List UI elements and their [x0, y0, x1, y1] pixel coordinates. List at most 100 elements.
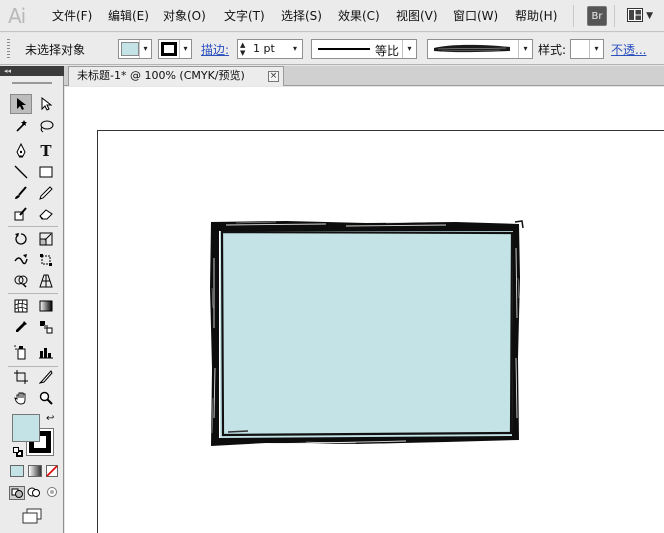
blob-brush-icon	[14, 207, 27, 221]
draw-normal-icon	[11, 488, 23, 498]
brush-definition-dropdown[interactable]: ▾	[427, 39, 533, 59]
line-segment-tool[interactable]	[10, 162, 32, 182]
gradient-mode-button[interactable]	[28, 465, 42, 477]
rotate-tool[interactable]	[10, 229, 32, 249]
toolbox: T ↩	[0, 76, 64, 533]
gradient-tool[interactable]	[35, 296, 57, 316]
fill-color-swatch[interactable]	[12, 414, 40, 442]
selection-arrow-icon	[17, 98, 26, 110]
toolbox-divider	[8, 226, 58, 227]
perspective-grid-icon	[39, 274, 53, 288]
rectangle-tool[interactable]	[35, 162, 57, 182]
color-mode-button[interactable]	[10, 465, 24, 477]
none-mode-button[interactable]	[46, 465, 58, 477]
gradient-icon	[39, 300, 53, 312]
document-tab[interactable]: 未标题-1* @ 100% (CMYK/预览) ×	[68, 66, 284, 86]
zoom-magnifier-icon	[39, 391, 53, 405]
free-transform-tool[interactable]	[35, 250, 57, 270]
shape-builder-tool[interactable]	[10, 271, 32, 291]
chevron-down-icon: ▾	[589, 40, 603, 58]
menu-help[interactable]: 帮助(H)	[515, 0, 557, 32]
draw-inside-button[interactable]	[45, 486, 61, 500]
direct-selection-arrow-icon	[41, 97, 52, 111]
menu-window[interactable]: 窗口(W)	[453, 0, 498, 32]
hand-icon	[14, 392, 26, 405]
symbol-sprayer-icon	[14, 345, 26, 360]
width-profile-dropdown[interactable]: 等比 ▾	[311, 39, 417, 59]
chevron-down-icon: ▾	[179, 40, 191, 58]
default-fill-stroke-icon[interactable]	[13, 447, 23, 457]
scale-icon	[39, 232, 53, 246]
width-profile-label: 等比	[375, 44, 400, 58]
opacity-link[interactable]: 不透...	[611, 41, 646, 58]
menu-effect[interactable]: 效果(C)	[338, 0, 380, 32]
symbol-sprayer-tool[interactable]	[10, 342, 32, 362]
pencil-icon	[39, 186, 53, 200]
menu-file[interactable]: 文件(F)	[52, 0, 92, 32]
eyedropper-tool[interactable]	[10, 317, 32, 337]
zoom-tool[interactable]	[35, 388, 57, 408]
toolbox-grip[interactable]	[12, 82, 52, 84]
stroke-weight-field[interactable]: ▲ ▼ 1 pt ▾	[237, 39, 303, 59]
swap-fill-stroke-icon[interactable]: ↩	[46, 413, 54, 424]
paintbrush-tool[interactable]	[10, 183, 32, 203]
screen-mode-button[interactable]	[22, 508, 44, 524]
collapse-icon[interactable]: ◂◂	[4, 67, 11, 75]
eraser-icon	[39, 209, 53, 220]
lasso-icon	[40, 120, 54, 133]
type-tool[interactable]: T	[35, 141, 57, 161]
chevron-down-icon: ▾	[402, 40, 416, 58]
app-logo: Ai	[8, 4, 26, 28]
draw-behind-button[interactable]	[27, 486, 43, 500]
perspective-grid-tool[interactable]	[35, 271, 57, 291]
menu-type[interactable]: 文字(T)	[224, 0, 265, 32]
mesh-tool[interactable]	[10, 296, 32, 316]
artboard-edge-left	[97, 130, 98, 533]
stepper-icon[interactable]: ▲ ▼	[240, 41, 245, 57]
lasso-tool[interactable]	[35, 116, 57, 136]
selection-tool[interactable]	[10, 94, 32, 114]
shape-builder-icon	[14, 275, 28, 288]
document-tab-bar: 未标题-1* @ 100% (CMYK/预览) ×	[64, 66, 664, 86]
bridge-button[interactable]: Br	[587, 6, 607, 26]
draw-normal-button[interactable]	[9, 486, 25, 500]
hand-tool[interactable]	[10, 388, 32, 408]
blend-tool[interactable]	[35, 317, 57, 337]
stroke-label-link[interactable]: 描边:	[201, 41, 229, 58]
draw-inside-icon	[47, 487, 57, 497]
fill-dropdown[interactable]: ▾	[118, 39, 152, 59]
pen-tool[interactable]	[10, 141, 32, 161]
pencil-tool[interactable]	[35, 183, 57, 203]
graphic-style-dropdown[interactable]: ▾	[570, 39, 604, 59]
menu-edit[interactable]: 编辑(E)	[108, 0, 149, 32]
slice-knife-icon	[39, 370, 53, 384]
magic-wand-tool[interactable]	[10, 116, 32, 136]
scale-tool[interactable]	[35, 229, 57, 249]
control-bar: 未选择对象 ▾ ▾ 描边: ▲ ▼ 1 pt ▾ 等比 ▾ ▾ 样式: ▾ 不透.…	[0, 33, 664, 65]
pen-nib-icon	[16, 143, 26, 158]
eraser-tool[interactable]	[35, 204, 57, 224]
workspace-switcher[interactable]: ▼	[622, 6, 658, 26]
screen-mode-icon	[22, 508, 42, 524]
close-icon[interactable]: ×	[268, 71, 279, 82]
artboard-tool[interactable]	[10, 367, 32, 387]
eyedropper-icon	[16, 321, 27, 332]
paintbrush-icon	[15, 186, 27, 199]
artwork-rectangle[interactable]	[206, 218, 526, 457]
artboard-edge-top	[97, 130, 664, 131]
slice-tool[interactable]	[35, 367, 57, 387]
blob-brush-tool[interactable]	[10, 204, 32, 224]
charcoal-rectangle-shape	[210, 220, 524, 446]
stroke-weight-value: 1 pt	[253, 42, 275, 55]
toolbox-header[interactable]: ◂◂	[0, 66, 64, 76]
menu-select[interactable]: 选择(S)	[281, 0, 322, 32]
warp-tool[interactable]	[10, 250, 32, 270]
column-graph-tool[interactable]	[35, 342, 57, 362]
panel-grip[interactable]	[7, 39, 10, 59]
menu-object[interactable]: 对象(O)	[163, 0, 206, 32]
menu-view[interactable]: 视图(V)	[396, 0, 438, 32]
menu-separator	[573, 5, 574, 27]
draw-behind-icon	[27, 487, 40, 497]
direct-selection-tool[interactable]	[35, 94, 57, 114]
stroke-dropdown[interactable]: ▾	[158, 39, 192, 59]
